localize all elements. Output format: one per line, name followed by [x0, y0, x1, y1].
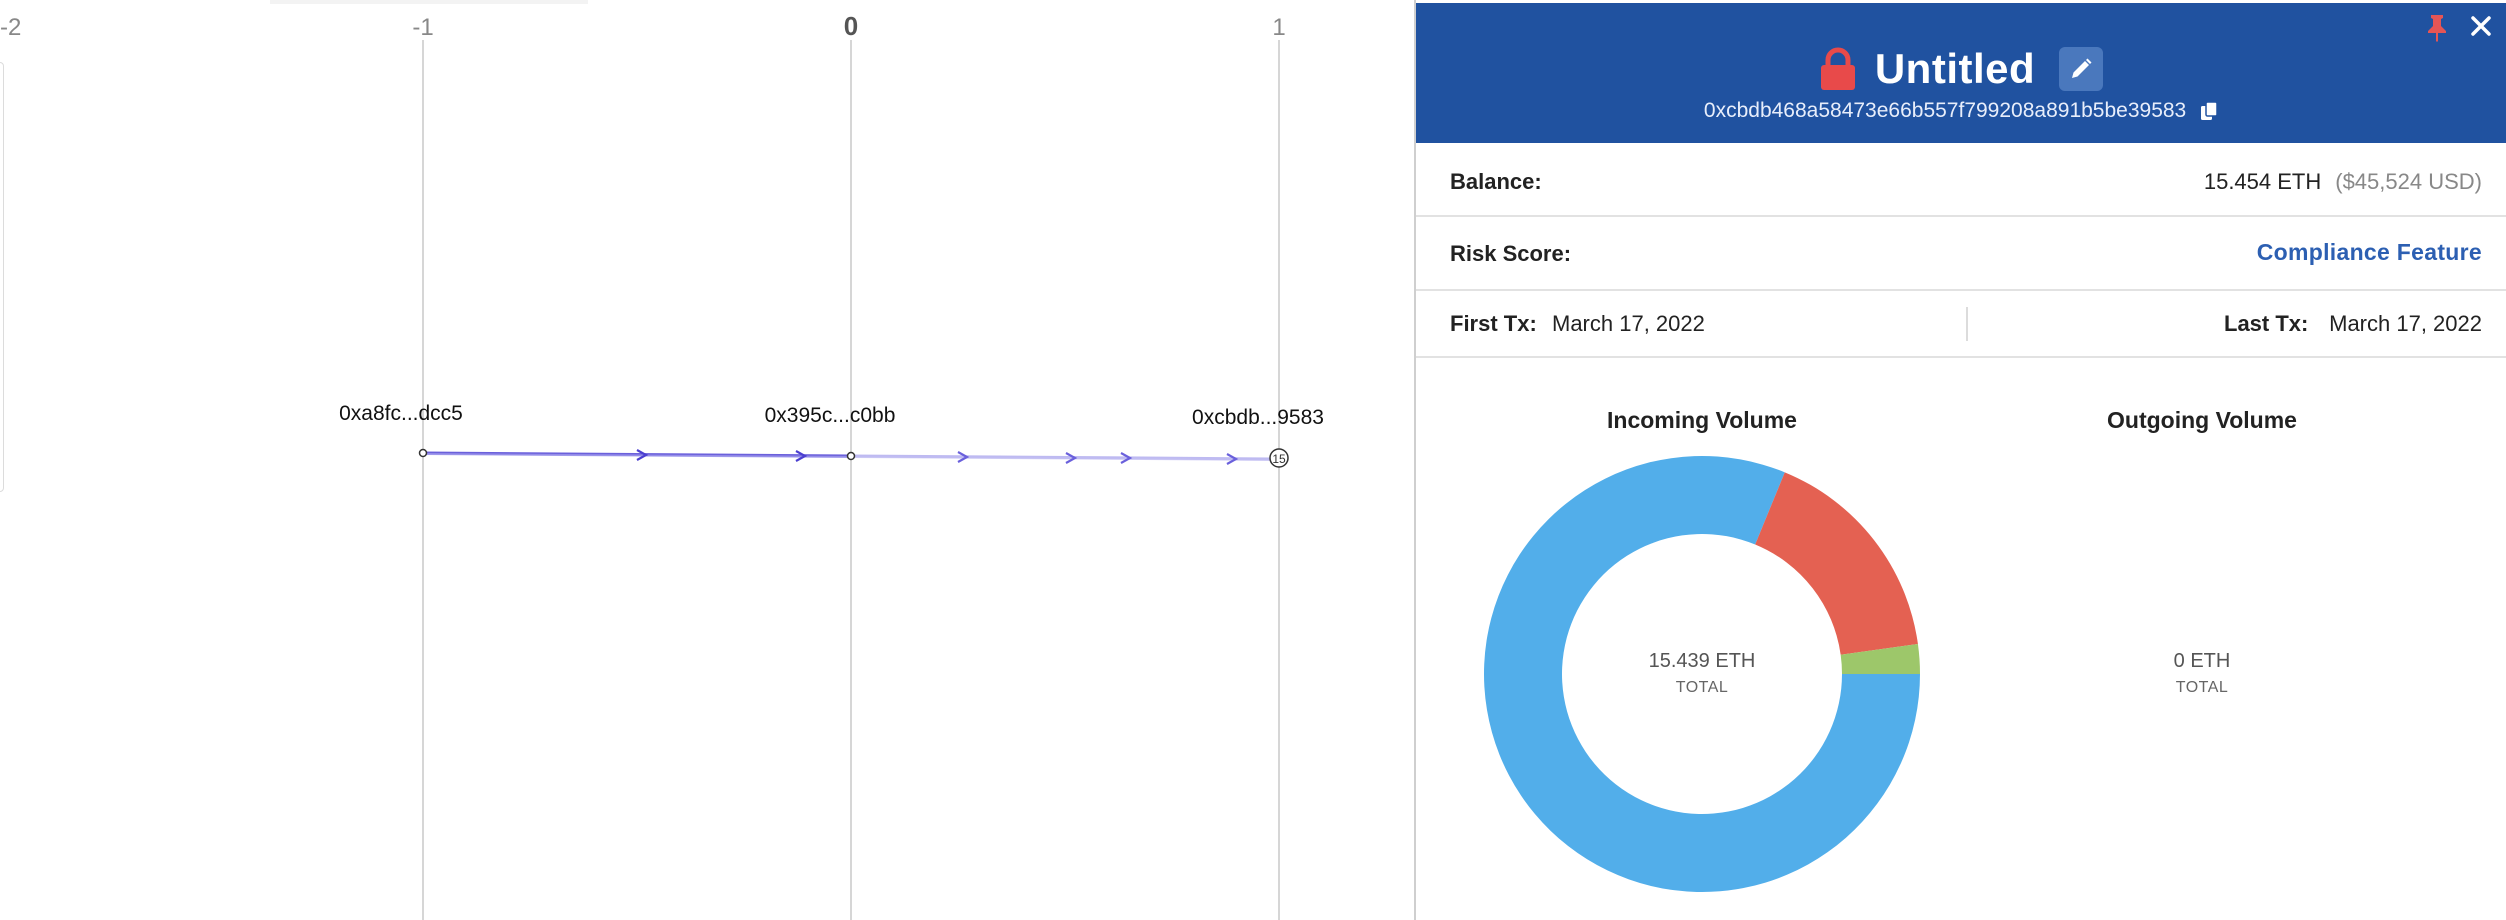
- incoming-total: 15.439 ETH TOTAL: [1552, 650, 1852, 697]
- panel-header: Untitled 0xcbdb468a58473e66b557f799208a8…: [1416, 3, 2506, 143]
- graph-node[interactable]: [418, 448, 428, 458]
- balance-eth: 15.454 ETH: [2203, 169, 2322, 194]
- incoming-total-amount: 15.439 ETH: [1648, 650, 1756, 672]
- compliance-feature-link[interactable]: Compliance Feature: [2257, 239, 2482, 266]
- node-count-badge: 15: [1272, 452, 1286, 466]
- outgoing-total-label: TOTAL: [2175, 679, 2229, 696]
- last-tx-label: Last Tx:: [2224, 311, 2309, 336]
- pin-icon[interactable]: [2424, 13, 2450, 43]
- full-address: 0xcbdb468a58473e66b557f799208a891b5be395…: [1703, 99, 2187, 122]
- donut-slice[interactable]: [1755, 472, 1918, 655]
- address-detail-panel: Untitled 0xcbdb468a58473e66b557f799208a8…: [1414, 0, 2506, 920]
- copy-icon[interactable]: [2200, 101, 2218, 121]
- outgoing-total-amount: 0 ETH: [2173, 650, 2231, 672]
- close-icon[interactable]: [2470, 15, 2492, 37]
- node-label[interactable]: 0x395c...c0bb: [765, 404, 896, 427]
- graph-svg: -2 -1 0 1 15 0xa8fc...dcc5 0x395c...c0bb…: [0, 11, 1324, 920]
- lock-icon[interactable]: [1819, 47, 1857, 91]
- balance-row: Balance: 15.454 ETH ($45,524 USD): [1416, 145, 2506, 217]
- balance-value: 15.454 ETH ($45,524 USD): [2204, 169, 2482, 195]
- address-line: 0xcbdb468a58473e66b557f799208a891b5be395…: [1416, 99, 2506, 123]
- pencil-icon: [2072, 58, 2092, 78]
- edit-title-button[interactable]: [2059, 47, 2104, 91]
- risk-score-row: Risk Score: Compliance Feature: [1416, 217, 2506, 291]
- last-tx-value: March 17, 2022: [2329, 311, 2482, 336]
- first-tx-value: March 17, 2022: [1552, 311, 1705, 336]
- node-label[interactable]: 0xa8fc...dcc5: [339, 402, 463, 425]
- incoming-total-label: TOTAL: [1675, 679, 1729, 696]
- axis-tick-label: 0: [844, 11, 858, 41]
- axis-tick-label: -2: [0, 14, 21, 41]
- first-tx-label: First Tx:: [1450, 311, 1537, 336]
- graph-canvas[interactable]: -2 -1 0 1 15 0xa8fc...dcc5 0x395c...c0bb…: [0, 0, 1414, 920]
- incoming-volume-title: Incoming Volume: [1607, 407, 1797, 433]
- axis-tick-label: -1: [412, 14, 433, 41]
- outgoing-volume-title: Outgoing Volume: [2107, 407, 2297, 433]
- balance-usd: ($45,524 USD): [2335, 169, 2482, 194]
- outgoing-total: 0 ETH TOTAL: [2052, 650, 2352, 697]
- graph-node[interactable]: [846, 451, 856, 461]
- balance-label: Balance:: [1450, 169, 1542, 194]
- address-title[interactable]: Untitled: [1875, 45, 2035, 93]
- axis-tick-label: 1: [1272, 14, 1285, 41]
- risk-score-label: Risk Score:: [1450, 241, 1572, 266]
- tx-divider: [1966, 307, 1968, 341]
- node-label[interactable]: 0xcbdb...9583: [1192, 406, 1324, 429]
- tx-dates-row: First Tx: March 17, 2022 Last Tx: March …: [1416, 291, 2506, 358]
